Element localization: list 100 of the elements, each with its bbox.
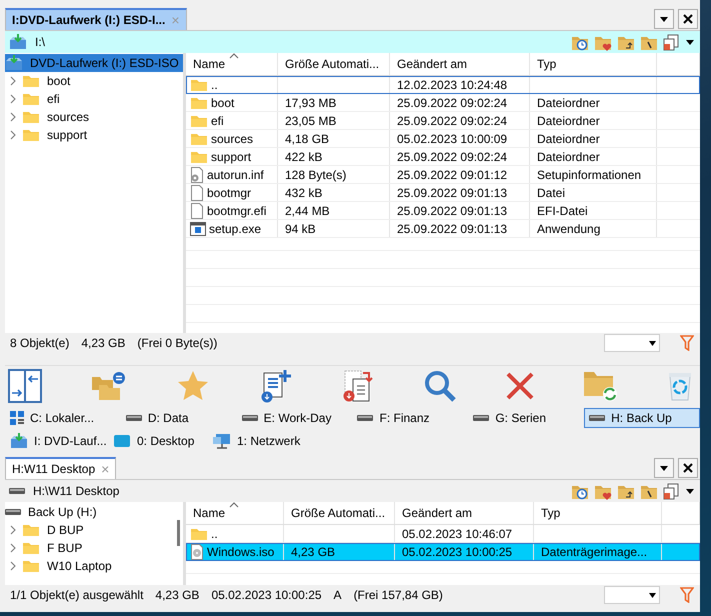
modified-date: 25.09.2022 09:01:13 xyxy=(397,204,508,218)
disc-image-icon xyxy=(190,544,204,560)
file-type: Dateiordner xyxy=(537,150,600,164)
file-name: efi xyxy=(211,114,224,128)
tab[interactable]: I:DVD-Laufwerk (I:) ESD-I... × xyxy=(5,8,187,30)
drive-icon xyxy=(5,508,21,516)
status-text: A xyxy=(334,588,342,602)
drive-button[interactable]: H: Back Up xyxy=(584,408,700,428)
file-name: bootmgr xyxy=(207,186,252,200)
dropdown-button[interactable] xyxy=(654,9,674,29)
tree-item[interactable]: DVD-Laufwerk (I:) ESD-ISO xyxy=(5,54,183,72)
drive-button[interactable]: 1: Netzwerk xyxy=(208,430,353,450)
tree-item[interactable]: Back Up (H:) xyxy=(5,503,183,521)
copy-files-icon[interactable] xyxy=(663,34,681,50)
drive-button[interactable]: 0: Desktop xyxy=(108,430,208,450)
file-name: Windows.iso xyxy=(207,544,274,558)
drive-button[interactable]: I: DVD-Lauf... xyxy=(5,430,108,450)
move-file-icon[interactable] xyxy=(341,369,375,403)
drive-icon xyxy=(589,414,606,422)
tree-label: sources xyxy=(46,110,90,124)
status-text: 4,23 GB xyxy=(155,588,200,602)
tree-label: DVD-Laufwerk (I:) ESD-ISO xyxy=(29,56,180,70)
star-icon[interactable] xyxy=(176,370,210,402)
file-name: support xyxy=(211,150,252,164)
file-row[interactable]: sources 4,18 GB 05.02.2023 10:00:09 Dateiordner xyxy=(186,130,700,148)
file-size: 4,23 GB xyxy=(291,544,336,558)
file-type: Datenträgerimage... xyxy=(541,544,648,558)
column-header[interactable]: Typ xyxy=(530,53,657,75)
file-name: sources xyxy=(211,132,254,146)
file-size: 432 kB xyxy=(285,186,322,200)
delete-icon[interactable] xyxy=(504,371,534,401)
column-header[interactable]: Name xyxy=(186,502,284,524)
column-header[interactable]: Typ xyxy=(534,502,662,524)
network-icon xyxy=(213,432,231,448)
filter-icon[interactable] xyxy=(680,587,694,603)
recycle-bin-icon[interactable] xyxy=(668,371,692,401)
settings-file-icon xyxy=(190,166,204,182)
drive-button[interactable]: E: Work-Day xyxy=(236,408,352,428)
drive-button[interactable]: F: Finanz xyxy=(352,408,468,428)
windows-logo-icon xyxy=(10,410,24,424)
swap-panels-icon[interactable] xyxy=(8,369,42,403)
tree-item[interactable]: F BUP xyxy=(5,539,183,557)
file-name: boot xyxy=(211,96,234,110)
file-row[interactable]: boot 17,93 MB 25.09.2022 09:02:24 Dateiordner xyxy=(186,94,700,112)
column-header[interactable]: Geändert am xyxy=(390,53,530,75)
file-row[interactable]: .. 12.02.2023 10:24:48 xyxy=(186,76,700,94)
drive-button[interactable]: C: Lokaler... xyxy=(5,408,121,428)
path-text[interactable]: H:\W11 Desktop xyxy=(33,484,120,498)
dvd-drive-icon xyxy=(9,34,27,50)
file-name: setup.exe xyxy=(209,222,262,236)
file-row[interactable]: efi 23,05 MB 25.09.2022 09:02:24 Dateiordner xyxy=(186,112,700,130)
folder-icon xyxy=(190,96,208,110)
file-size: 2,44 MB xyxy=(285,204,330,218)
close-button[interactable] xyxy=(678,458,698,478)
tree-item[interactable]: D BUP xyxy=(5,521,183,539)
tree-item[interactable]: support xyxy=(5,126,183,144)
sync-folder-icon[interactable] xyxy=(583,369,620,403)
file-type: EFI-Datei xyxy=(537,204,588,218)
status-text: 05.02.2023 10:00:25 xyxy=(211,588,322,602)
file-row[interactable]: Windows.iso 4,23 GB 05.02.2023 10:00:25 Datenträgerimage... xyxy=(186,543,700,561)
tree-item[interactable]: W10 Laptop xyxy=(5,557,183,575)
desktop-icon xyxy=(113,434,131,448)
status-text: 1/1 Objekt(e) ausgewählt xyxy=(10,588,144,602)
column-header[interactable]: Name xyxy=(186,53,278,75)
scrollbar-thumb[interactable] xyxy=(177,520,180,546)
column-header[interactable]: Geändert am xyxy=(395,502,534,524)
filter-icon[interactable] xyxy=(680,335,694,351)
caret-icon[interactable] xyxy=(686,488,694,494)
file-name: bootmgr.efi xyxy=(207,204,266,218)
folder-icon xyxy=(22,523,40,537)
column-header[interactable]: Größe Automati... xyxy=(284,502,395,524)
drive-icon xyxy=(357,414,374,422)
status-text: 4,23 GB xyxy=(81,336,126,350)
tree-label: efi xyxy=(46,92,61,106)
path-text[interactable]: I:\ xyxy=(35,35,46,49)
search-icon[interactable] xyxy=(424,370,456,402)
close-button[interactable] xyxy=(678,9,698,29)
drive-button[interactable]: G: Serien xyxy=(468,408,584,428)
file-icon xyxy=(190,184,204,200)
modified-date: 25.09.2022 09:01:13 xyxy=(397,222,508,236)
tree-item[interactable]: sources xyxy=(5,108,183,126)
file-size: 23,05 MB xyxy=(285,114,336,128)
modified-date: 05.02.2023 10:00:25 xyxy=(402,544,512,558)
modified-date: 25.09.2022 09:01:12 xyxy=(397,168,508,182)
caret-icon[interactable] xyxy=(686,40,694,44)
drive-icon xyxy=(473,414,490,422)
folder-icon xyxy=(22,128,40,142)
folder-icon xyxy=(190,114,208,128)
modified-date: 25.09.2022 09:01:13 xyxy=(397,186,508,200)
compare-folders-icon[interactable] xyxy=(90,371,127,401)
drive-button[interactable]: D: Data xyxy=(120,408,237,428)
file-size: 4,18 GB xyxy=(285,132,330,146)
tree-item[interactable]: efi xyxy=(5,90,183,108)
modified-date: 05.02.2023 10:46:07 xyxy=(402,526,512,540)
file-type: Dateiordner xyxy=(537,96,600,110)
tab[interactable]: H:W11 Desktop × xyxy=(5,457,116,479)
tree-item[interactable]: boot xyxy=(5,72,183,90)
column-header[interactable]: Größe Automati... xyxy=(278,53,390,75)
dropdown-button[interactable] xyxy=(654,458,674,478)
copy-files-icon[interactable] xyxy=(663,482,681,500)
